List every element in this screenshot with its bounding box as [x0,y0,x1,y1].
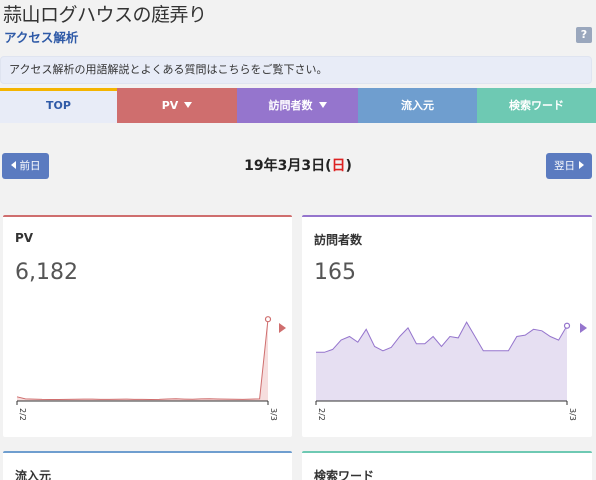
tab-pv-label: PV [161,99,179,112]
current-date: 19年3月3日(日) [180,155,416,175]
sources-card-title: 流入元 [15,469,52,480]
pv-more-arrow-icon[interactable] [279,323,286,333]
pv-x-tick-label: 3/3 [269,408,278,421]
visitors-x-tick-label: 3/3 [568,408,577,421]
next-day-label: 翌日 [554,160,575,172]
tab-pv[interactable]: PV [117,88,237,123]
pv-last-point [264,316,272,323]
pv-line [16,319,269,401]
prev-day-label: 前日 [19,160,41,172]
date-day-of-week: 日 [331,158,346,174]
tab-top-label: TOP [46,99,71,112]
pv-card[interactable]: PV 6,182 2/2 3/3 [3,215,292,437]
keywords-card[interactable]: 検索ワード [302,451,592,480]
date-text: 19年3月3日( [244,158,332,174]
visitors-x-tick-label: 2/2 [317,408,326,421]
pv-x-tick-label: 2/2 [18,408,27,421]
visitors-area [316,322,567,401]
date-close: ) [345,158,352,174]
visitors-card[interactable]: 訪問者数 165 2/2 3/3 [302,215,592,437]
tab-keywords[interactable]: 検索ワード [477,88,596,123]
tab-keywords-label: 検索ワード [509,99,564,112]
pv-area [17,319,268,401]
help-button[interactable]: ? [576,27,592,43]
sources-card[interactable]: 流入元 [3,451,292,480]
keywords-card-title: 検索ワード [314,469,375,480]
pv-chart: 2/2 3/3 [16,316,278,421]
caret-right-icon [579,161,584,169]
tab-visitors[interactable]: 訪問者数 [237,88,358,123]
visitors-last-point [563,322,571,329]
visitors-more-arrow-icon[interactable] [580,323,587,333]
tab-sources[interactable]: 流入元 [358,88,477,123]
visitors-chart: 2/2 3/3 [315,321,577,421]
caret-down-icon [184,102,193,108]
notice-text[interactable]: アクセス解析の用語解説とよくある質問はこちらをご覧下さい。 [9,63,327,76]
section-title: アクセス解析 [4,30,79,45]
caret-down-icon [318,102,327,108]
tab-bar: TOP PV 訪問者数 流入元 検索ワード [0,88,596,123]
tab-sources-label: 流入元 [401,99,434,112]
caret-left-icon [10,161,16,169]
notice-bar[interactable]: アクセス解析の用語解説とよくある質問はこちらをご覧下さい。 [0,56,592,84]
next-day-button[interactable]: 翌日 [546,153,592,179]
blog-title[interactable]: 蒜山ログハウスの庭弄り [3,0,207,27]
prev-day-button[interactable]: 前日 [2,153,49,179]
tab-top[interactable]: TOP [0,88,117,123]
tab-visitors-label: 訪問者数 [268,99,313,112]
